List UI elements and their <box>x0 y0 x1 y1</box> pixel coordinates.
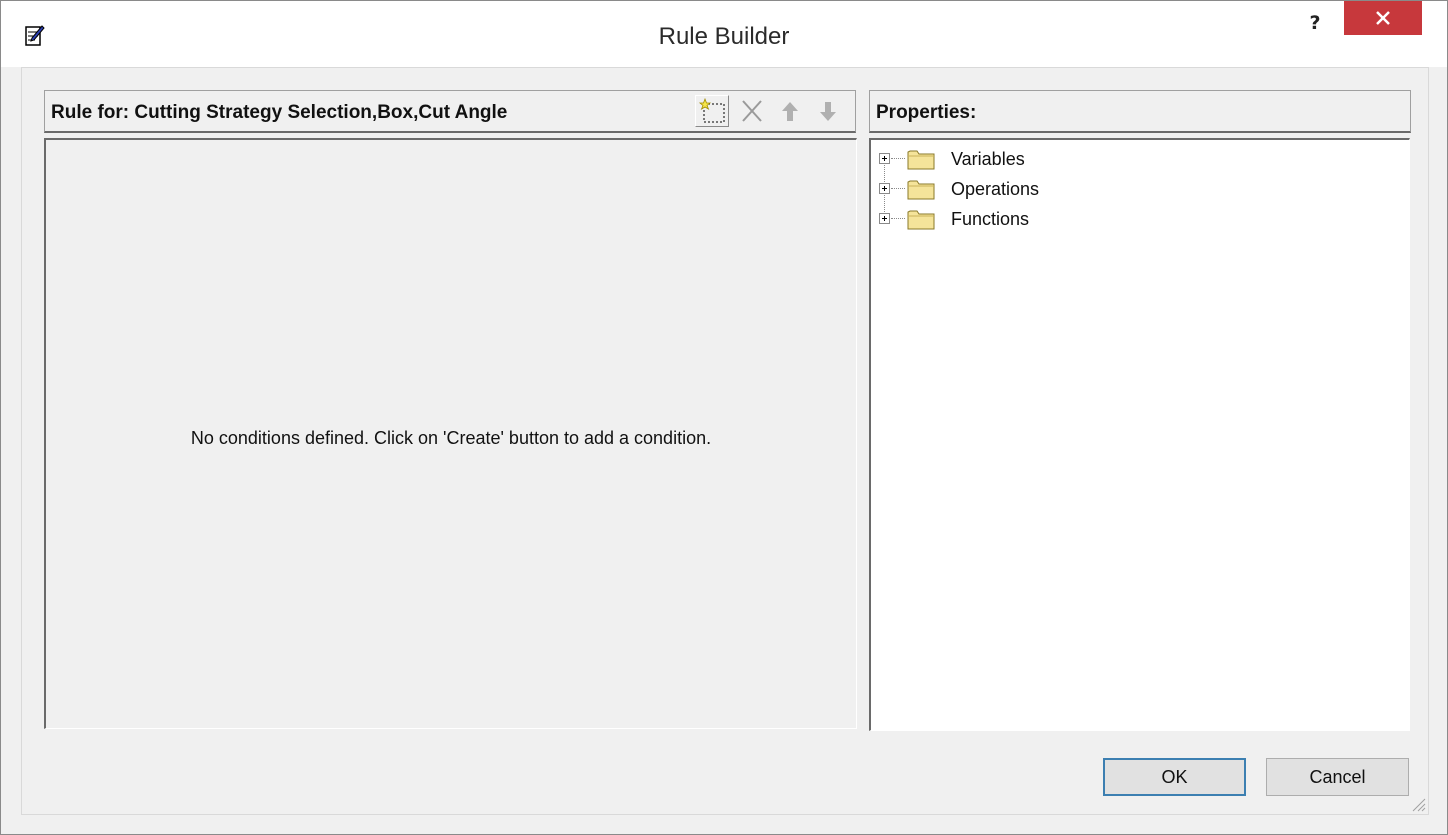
delete-icon <box>742 100 762 122</box>
tree-item-label: Functions <box>951 209 1030 229</box>
ok-button[interactable]: OK <box>1103 758 1246 796</box>
resize-grip[interactable] <box>1408 794 1426 812</box>
tree-item-label: Operations <box>951 179 1040 199</box>
window-title: Rule Builder <box>658 23 790 50</box>
tree-item-functions[interactable]: Functions <box>871 204 1271 234</box>
arrow-down-icon <box>820 102 836 121</box>
tree-connector <box>891 218 905 219</box>
expand-icon[interactable] <box>879 213 890 224</box>
tree-connector <box>891 188 905 189</box>
folder-icon <box>907 178 935 200</box>
move-down-button[interactable] <box>811 95 845 127</box>
dialog-client-area: Rule for: Cutting Strategy Selection,Box… <box>21 67 1429 815</box>
cancel-button[interactable]: Cancel <box>1266 758 1409 796</box>
folder-icon <box>907 148 935 170</box>
folder-icon <box>907 208 935 230</box>
properties-title: Properties: <box>876 102 977 123</box>
close-icon <box>1376 11 1390 25</box>
expand-icon[interactable] <box>879 183 890 194</box>
conditions-area[interactable]: No conditions defined. Click on 'Create'… <box>44 138 857 729</box>
rule-title: Rule for: Cutting Strategy Selection,Box… <box>51 102 508 123</box>
expand-icon[interactable] <box>879 153 890 164</box>
title-bar: Rule Builder ? <box>1 1 1447 67</box>
properties-tree[interactable]: Variables Operations Functions <box>869 138 1410 731</box>
move-up-button[interactable] <box>773 95 807 127</box>
close-button[interactable] <box>1344 1 1422 35</box>
rule-builder-window: Rule Builder ? Rule for: Cutting Strateg… <box>0 0 1448 835</box>
empty-conditions-message: No conditions defined. Click on 'Create'… <box>190 428 712 448</box>
tree-item-label: Variables <box>951 149 1025 169</box>
arrow-up-icon <box>782 102 798 121</box>
help-button[interactable]: ? <box>1297 9 1333 37</box>
tree-item-operations[interactable]: Operations <box>871 174 1271 204</box>
create-condition-button[interactable] <box>695 95 729 127</box>
tree-item-variables[interactable]: Variables <box>871 144 1271 174</box>
new-condition-icon <box>698 97 725 123</box>
properties-panel-header: Properties: <box>869 90 1411 133</box>
rule-panel-header: Rule for: Cutting Strategy Selection,Box… <box>44 90 856 133</box>
tree-connector <box>891 158 905 159</box>
delete-condition-button[interactable] <box>735 95 769 127</box>
